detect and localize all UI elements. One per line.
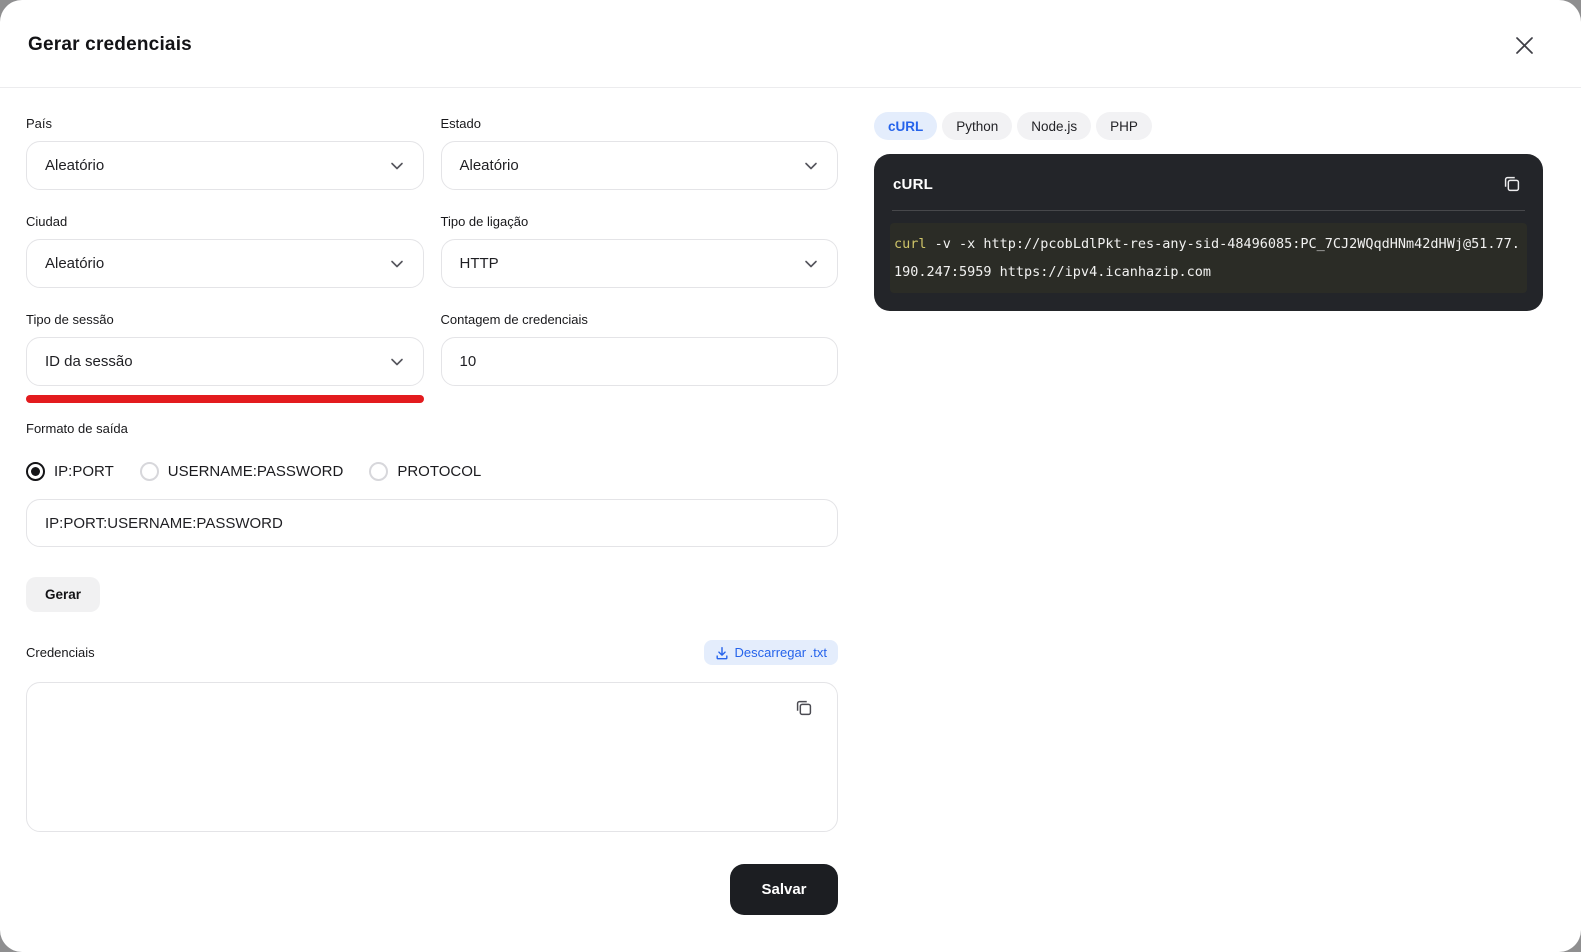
tab-python[interactable]: Python <box>942 112 1013 140</box>
dialog-title: Gerar credenciais <box>28 34 192 55</box>
generate-credentials-dialog: Gerar credenciais País Aleatório Estado <box>0 0 1581 952</box>
field-city: Ciudad Aleatório <box>26 214 424 288</box>
credential-count-label: Contagem de credenciais <box>440 312 588 327</box>
save-row: Salvar <box>26 864 838 915</box>
radio-icon <box>139 462 159 481</box>
code-card: cURL curl -v -x http://pcobLdlPkt-res-an… <box>874 154 1543 311</box>
code-language-tabs: cURL Python Node.js PHP <box>874 112 1543 140</box>
dialog-content: País Aleatório Estado Aleatório Ciudad A… <box>0 88 1581 915</box>
session-type-error-bar <box>26 395 424 403</box>
credentials-copy-button[interactable] <box>791 695 817 721</box>
credentials-textarea[interactable] <box>27 683 837 831</box>
copy-icon <box>1504 176 1520 192</box>
field-credential-count: Contagem de credenciais <box>440 312 838 403</box>
close-button[interactable] <box>1512 33 1536 57</box>
state-select-value: Aleatório <box>459 157 519 174</box>
field-country: País Aleatório <box>26 116 424 190</box>
radio-protocol[interactable]: PROTOCOL <box>369 462 481 481</box>
radio-icon <box>369 462 389 481</box>
chevron-down-icon <box>390 358 403 365</box>
code-card-header: cURL <box>874 154 1543 210</box>
radio-icon <box>26 462 45 481</box>
chevron-down-icon <box>390 260 403 267</box>
download-txt-button[interactable]: Descarregar .txt <box>703 640 838 665</box>
code-panel: cURL Python Node.js PHP cURL curl -v -x … <box>874 88 1543 915</box>
country-label: País <box>26 116 53 131</box>
output-format-radio-group: IP:PORT USERNAME:PASSWORD PROTOCOL <box>26 462 838 481</box>
radio-username-password[interactable]: USERNAME:PASSWORD <box>139 462 344 481</box>
country-select-value: Aleatório <box>45 157 105 174</box>
radio-ip-port-label: IP:PORT <box>54 463 114 480</box>
session-type-label: Tipo de sessão <box>26 312 114 327</box>
state-label: Estado <box>440 116 481 131</box>
output-pattern-input[interactable] <box>26 499 838 547</box>
country-select[interactable]: Aleatório <box>26 141 424 190</box>
credentials-form: País Aleatório Estado Aleatório Ciudad A… <box>26 88 838 915</box>
field-connection-type: Tipo de ligação HTTP <box>440 214 838 288</box>
connection-type-select-value: HTTP <box>459 255 499 272</box>
generate-button[interactable]: Gerar <box>26 577 101 612</box>
code-card-title: cURL <box>893 175 933 193</box>
credentials-area <box>26 682 838 832</box>
code-keyword: curl <box>894 236 927 252</box>
dialog-header: Gerar credenciais <box>0 0 1581 88</box>
session-type-select[interactable]: ID da sessão <box>26 337 424 386</box>
chevron-down-icon <box>805 260 817 267</box>
close-icon <box>1515 36 1533 54</box>
code-text: -v -x http://pcobLdlPkt-res-any-sid-4849… <box>894 236 1520 280</box>
chevron-down-icon <box>805 162 817 169</box>
save-button[interactable]: Salvar <box>730 864 838 915</box>
credentials-label: Credenciais <box>26 645 95 660</box>
copy-icon <box>796 700 812 716</box>
connection-type-label: Tipo de ligação <box>440 214 529 229</box>
download-txt-label: Descarregar .txt <box>734 645 827 660</box>
credentials-header-row: Credenciais Descarregar .txt <box>26 640 838 665</box>
chevron-down-icon <box>390 162 403 169</box>
download-icon <box>716 646 728 659</box>
radio-protocol-label: PROTOCOL <box>397 463 482 480</box>
code-copy-button[interactable] <box>1499 171 1525 197</box>
field-state: Estado Aleatório <box>440 116 838 190</box>
credential-count-input[interactable] <box>440 337 838 386</box>
tab-nodejs[interactable]: Node.js <box>1017 112 1092 140</box>
tab-curl[interactable]: cURL <box>874 112 938 140</box>
code-body: curl -v -x http://pcobLdlPkt-res-any-sid… <box>874 211 1543 311</box>
field-session-type: Tipo de sessão ID da sessão <box>26 312 424 403</box>
output-format-label: Formato de saída <box>26 421 128 436</box>
tab-php[interactable]: PHP <box>1096 112 1152 140</box>
city-select[interactable]: Aleatório <box>26 239 424 288</box>
radio-ip-port[interactable]: IP:PORT <box>26 462 114 481</box>
city-label: Ciudad <box>26 214 68 229</box>
radio-username-password-label: USERNAME:PASSWORD <box>167 463 344 480</box>
session-type-select-value: ID da sessão <box>45 353 133 370</box>
curl-command: curl -v -x http://pcobLdlPkt-res-any-sid… <box>890 223 1527 293</box>
connection-type-select[interactable]: HTTP <box>440 239 838 288</box>
state-select[interactable]: Aleatório <box>440 141 838 190</box>
city-select-value: Aleatório <box>45 255 105 272</box>
